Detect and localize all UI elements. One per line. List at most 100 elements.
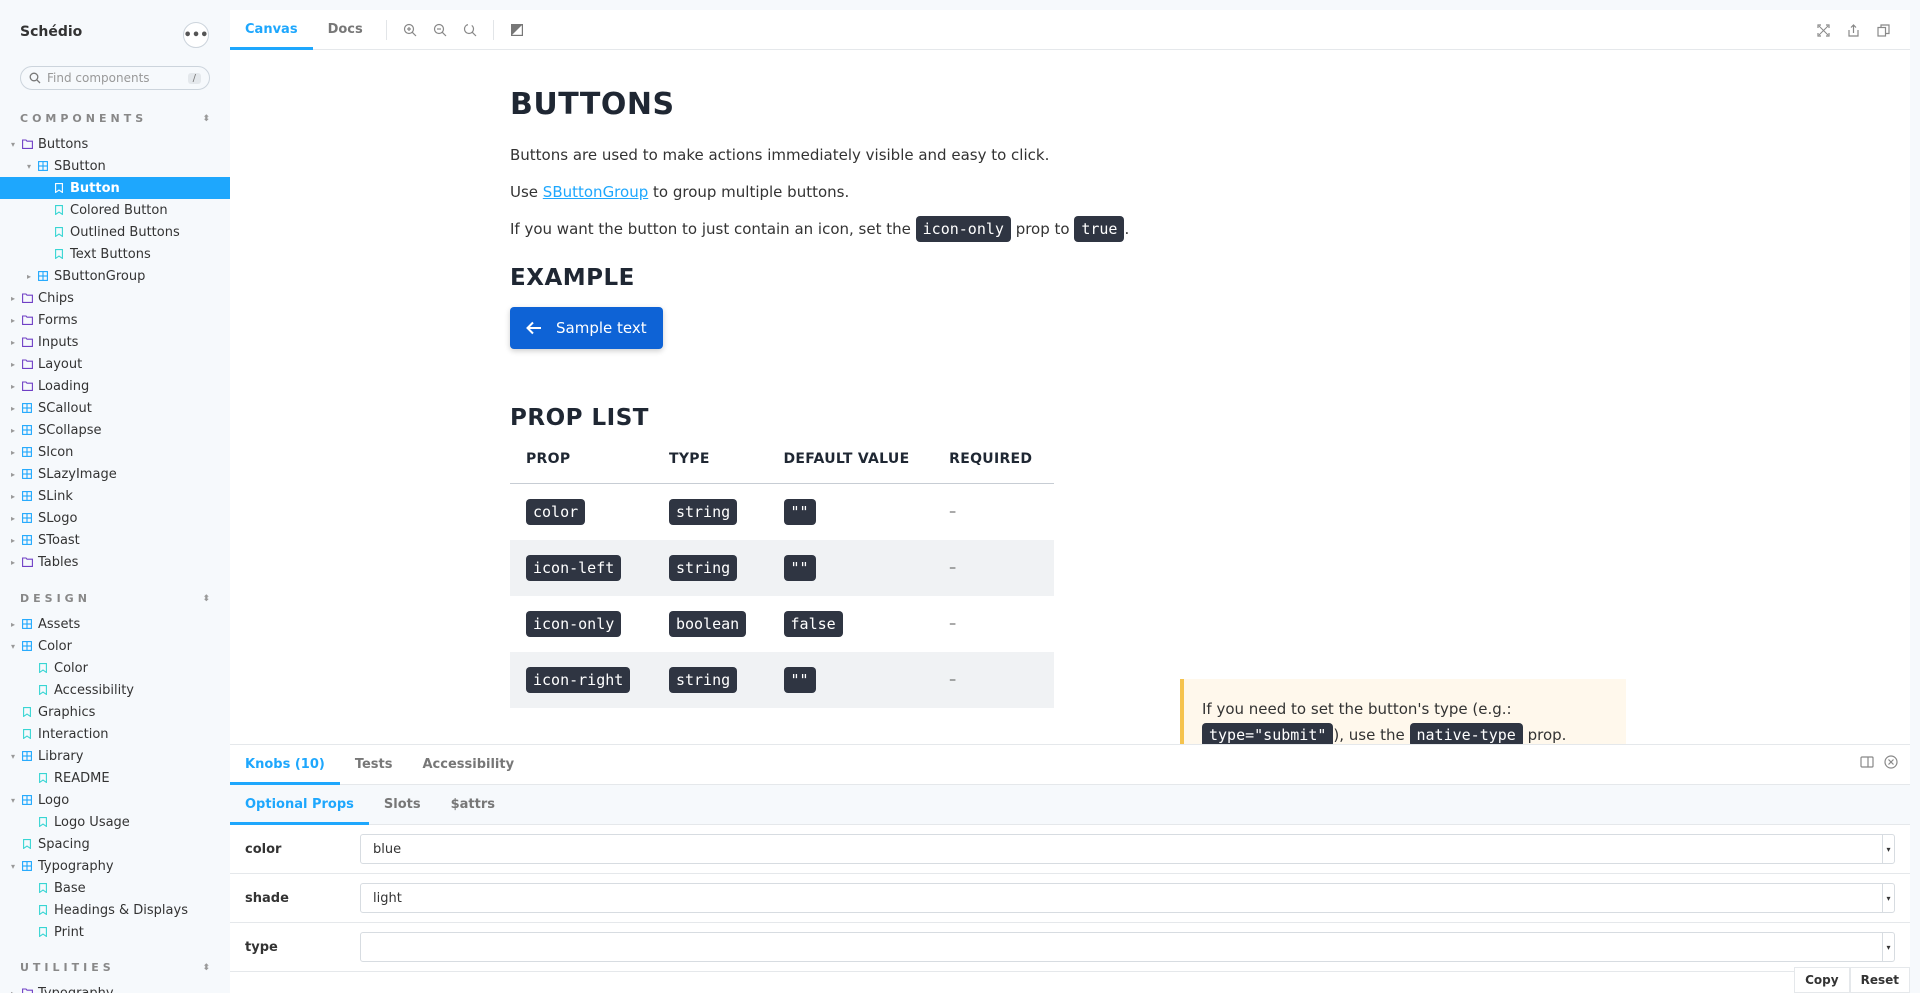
sidebar-item-forms[interactable]: ▸ Forms <box>0 309 230 331</box>
component-icon <box>20 533 34 547</box>
table-row: color string "" – <box>510 484 1054 540</box>
folder-icon <box>20 335 34 349</box>
sidebar-item-color[interactable]: Color <box>0 657 230 679</box>
close-icon[interactable] <box>1884 755 1898 769</box>
sidebar-item-base[interactable]: Base <box>0 877 230 899</box>
chevron-down-icon[interactable]: ▾ <box>1882 835 1894 863</box>
sidebar-item-color[interactable]: ▾ Color <box>0 635 230 657</box>
sidebar-item-readme[interactable]: README <box>0 767 230 789</box>
bookmark-icon <box>36 771 50 785</box>
sidebar-item-scallout[interactable]: ▸ SCallout <box>0 397 230 419</box>
tab-optional-props[interactable]: Optional Props <box>230 785 369 825</box>
component-icon <box>20 617 34 631</box>
sidebar-item-colored-button[interactable]: Colored Button <box>0 199 230 221</box>
chevron-down-icon[interactable]: ▾ <box>1882 884 1894 912</box>
zoom-reset-icon[interactable] <box>455 15 485 45</box>
bookmark-icon <box>52 203 66 217</box>
collapse-toggle-icon[interactable]: ⬍ <box>202 594 210 604</box>
code-snippet: "" <box>783 498 816 525</box>
column-header: TYPE <box>652 451 768 484</box>
panel-tabs: Knobs (10) Tests Accessibility <box>230 745 1910 785</box>
fullscreen-icon[interactable] <box>1808 15 1838 45</box>
tab-slots[interactable]: Slots <box>369 785 436 825</box>
sample-button[interactable]: Sample text <box>510 307 663 349</box>
sidebar-item-label: Graphics <box>38 704 96 720</box>
sidebar-item-stoast[interactable]: ▸ SToast <box>0 529 230 551</box>
sidebar-item-assets[interactable]: ▸ Assets <box>0 613 230 635</box>
sidebar-item-headings-displays[interactable]: Headings & Displays <box>0 899 230 921</box>
sidebar-item-logo[interactable]: ▾ Logo <box>0 789 230 811</box>
sidebar-item-label: SCallout <box>38 400 92 416</box>
search-shortcut: / <box>187 72 201 84</box>
collapse-toggle-icon[interactable]: ⬍ <box>202 114 210 124</box>
tab-accessibility[interactable]: Accessibility <box>407 745 529 785</box>
tab-tests[interactable]: Tests <box>340 745 408 785</box>
bookmark-icon <box>52 181 66 195</box>
docs-content: BUTTONS Buttons are used to make actions… <box>510 87 1330 708</box>
app-title[interactable]: Schédio <box>20 24 82 40</box>
section-utilities[interactable]: UTILITIES ⬍ <box>20 961 210 974</box>
sidebar-item-label: Headings & Displays <box>54 902 188 918</box>
search-input[interactable]: Find components <box>47 71 188 85</box>
sidebar-item-sbutton[interactable]: ▾ SButton <box>0 155 230 177</box>
sidebar-item-scollapse[interactable]: ▸ SCollapse <box>0 419 230 441</box>
sidebar-item-label: SToast <box>38 532 80 548</box>
sidebar-item-loading[interactable]: ▸ Loading <box>0 375 230 397</box>
sidebar-item-accessibility[interactable]: Accessibility <box>0 679 230 701</box>
knob-select-shade[interactable]: light ▾ <box>360 883 1895 913</box>
panel-orientation-icon[interactable] <box>1860 755 1874 769</box>
zoom-out-icon[interactable] <box>425 15 455 45</box>
sidebar-item-sbuttongroup[interactable]: ▸ SButtonGroup <box>0 265 230 287</box>
sidebar-item-spacing[interactable]: Spacing <box>0 833 230 855</box>
chevron-right-icon: ▸ <box>26 271 31 281</box>
sidebar-item-typography[interactable]: ▾ Typography <box>0 855 230 877</box>
panel-icons <box>1860 755 1898 769</box>
sidebar-item-button[interactable]: Button <box>0 177 230 199</box>
section-design[interactable]: DESIGN ⬍ <box>20 592 210 605</box>
knob-label: shade <box>245 890 289 906</box>
sidebar-item-text-buttons[interactable]: Text Buttons <box>0 243 230 265</box>
collapse-toggle-icon[interactable]: ⬍ <box>202 963 210 973</box>
background-toggle-icon[interactable] <box>502 15 532 45</box>
sidebar-item-tables[interactable]: ▸ Tables <box>0 551 230 573</box>
text: Use <box>510 183 543 201</box>
search-field[interactable]: Find components / <box>20 66 210 90</box>
share-icon[interactable] <box>1838 15 1868 45</box>
sidebar-item-logo-usage[interactable]: Logo Usage <box>0 811 230 833</box>
sidebar-item-typography[interactable]: ▸ Typography <box>0 982 230 993</box>
sidebar-item-slogo[interactable]: ▸ SLogo <box>0 507 230 529</box>
zoom-in-icon[interactable] <box>395 15 425 45</box>
sidebar-item-library[interactable]: ▾ Library <box>0 745 230 767</box>
component-icon <box>20 423 34 437</box>
sidebar-item-interaction[interactable]: Interaction <box>0 723 230 745</box>
page-title: BUTTONS <box>510 87 675 122</box>
ellipsis-icon[interactable]: ••• <box>183 22 209 48</box>
section-components[interactable]: COMPONENTS ⬍ <box>20 112 210 125</box>
sidebar-item-sicon[interactable]: ▸ SIcon <box>0 441 230 463</box>
sidebar-item-slink[interactable]: ▸ SLink <box>0 485 230 507</box>
knob-group-tabs: Optional Props Slots $attrs <box>230 785 1910 825</box>
sbuttongroup-link[interactable]: SButtonGroup <box>543 183 648 201</box>
addons-panel: Knobs (10) Tests Accessibility Optional … <box>230 744 1910 993</box>
reset-button[interactable]: Reset <box>1849 967 1910 993</box>
chevron-right-icon: ▸ <box>10 315 15 325</box>
chevron-down-icon[interactable]: ▾ <box>1882 933 1894 961</box>
sidebar-item-outlined-buttons[interactable]: Outlined Buttons <box>0 221 230 243</box>
section-design-label: DESIGN <box>20 592 91 605</box>
copy-link-icon[interactable] <box>1868 15 1898 45</box>
sidebar-item-graphics[interactable]: Graphics <box>0 701 230 723</box>
tab-canvas[interactable]: Canvas <box>230 10 313 50</box>
sidebar-item-buttons[interactable]: ▾ Buttons <box>0 133 230 155</box>
sidebar-item-label: Outlined Buttons <box>70 224 180 240</box>
sidebar-item-chips[interactable]: ▸ Chips <box>0 287 230 309</box>
copy-button[interactable]: Copy <box>1794 967 1850 993</box>
knob-select-type[interactable]: ▾ <box>360 932 1895 962</box>
sidebar-item-inputs[interactable]: ▸ Inputs <box>0 331 230 353</box>
sidebar-item-layout[interactable]: ▸ Layout <box>0 353 230 375</box>
knob-select-color[interactable]: blue ▾ <box>360 834 1895 864</box>
tab-docs[interactable]: Docs <box>313 10 378 50</box>
tab-knobs[interactable]: Knobs (10) <box>230 745 340 785</box>
tab-attrs[interactable]: $attrs <box>436 785 510 825</box>
sidebar-item-slazyimage[interactable]: ▸ SLazyImage <box>0 463 230 485</box>
sidebar-item-print[interactable]: Print <box>0 921 230 943</box>
